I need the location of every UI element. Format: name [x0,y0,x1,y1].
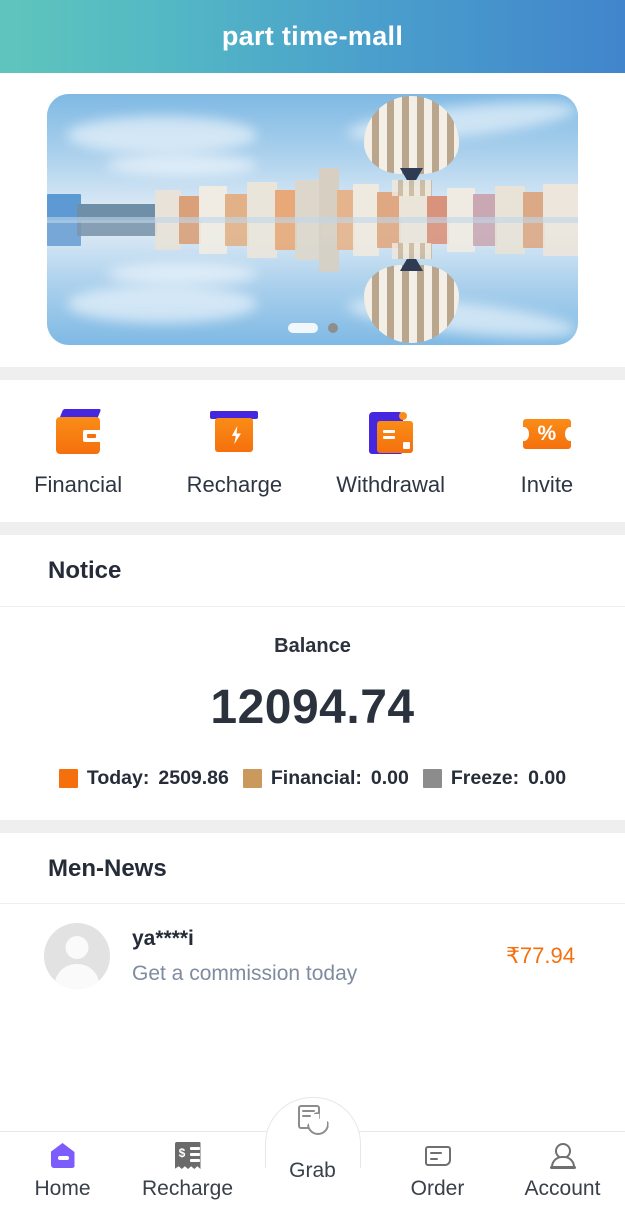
tab-label: Grab [289,1159,336,1182]
stat-label: Freeze: [450,767,520,789]
news-title: Men-News [48,855,167,882]
section-separator [0,367,625,380]
quick-action-label: Invite [520,472,574,497]
cloud-shape [67,285,257,323]
notice-section[interactable]: Notice [0,535,625,606]
carousel-dot-1[interactable] [287,323,318,333]
news-message: Get a commission today [132,961,358,985]
balance-section: Balance 12094.74 Today: 2509.86 Financia… [0,607,625,820]
section-separator [0,522,625,535]
quick-action-label: Recharge [186,472,283,497]
stat-value: 2509.86 [158,767,229,789]
cloud-shape [67,116,257,154]
tab-label: Recharge [141,1177,234,1200]
tab-grab[interactable]: Grab [250,1091,375,1207]
tap-hand-icon [296,1103,330,1137]
avatar [44,923,110,989]
stat-color-swatch [422,769,442,788]
stat-color-swatch [58,769,78,788]
withdraw-folder-icon [363,409,419,457]
tab-label: Account [524,1177,601,1200]
stat-today: Today: 2509.86 [58,767,229,790]
list-item[interactable]: ya****i Get a commission today ₹77.94 [0,904,625,1008]
tab-label: Home [34,1177,91,1200]
tab-recharge[interactable]: $ Recharge [125,1131,250,1207]
quick-action-financial[interactable]: Financial [8,409,148,498]
balance-stats-row: Today: 2509.86 Financial: 0.00 Freeze: 0… [0,767,625,790]
tab-account[interactable]: Account [500,1131,625,1207]
recharge-box-icon [206,409,262,457]
quick-actions-row: Financial Recharge Withdrawal % Invite [0,380,625,522]
percent-ticket-icon: % [518,409,575,457]
water-line [47,216,578,223]
document-icon [421,1139,455,1173]
carousel-dot-2[interactable] [327,323,338,333]
home-icon [46,1139,80,1173]
quick-action-withdrawal[interactable]: Withdrawal [321,409,461,498]
wallet-icon [50,409,106,457]
section-separator [0,820,625,833]
news-section-header: Men-News [0,833,625,903]
stat-value: 0.00 [528,767,567,789]
page-title: part time-mall [221,21,404,51]
stat-color-swatch [242,769,262,788]
city-skyline-reflection [47,219,578,282]
news-item-text: ya****i Get a commission today [132,927,506,986]
stat-label: Today: [86,767,150,789]
stat-label: Financial: [270,767,362,789]
quick-action-invite[interactable]: % Invite [477,409,617,498]
balance-amount: 12094.74 [210,681,415,734]
app-screen: part time-mall Financial Recharge Withdr… [0,0,625,1207]
tab-label: Order [410,1177,465,1200]
banner-section [0,73,625,367]
news-amount: ₹77.94 [505,943,575,968]
stat-freeze: Freeze: 0.00 [422,767,567,790]
app-header: part time-mall [0,0,625,73]
quick-action-label: Withdrawal [336,472,446,497]
notice-title: Notice [48,557,122,584]
carousel-pagination[interactable] [287,323,338,333]
quick-action-recharge[interactable]: Recharge [164,409,304,498]
tab-order[interactable]: Order [375,1131,500,1207]
user-icon [546,1139,580,1173]
balance-label: Balance [274,635,351,657]
hot-air-balloon-icon [364,94,459,345]
receipt-icon: $ [171,1139,205,1173]
bottom-tab-bar: Home $ Recharge Grab Order Account [0,1105,625,1207]
news-username: ya****i [132,926,194,950]
stat-financial: Financial: 0.00 [242,767,409,790]
quick-action-label: Financial [34,472,123,497]
city-skyline-top [47,158,578,220]
news-list: ya****i Get a commission today ₹77.94 [0,904,625,1008]
tab-home[interactable]: Home [0,1131,125,1207]
stat-value: 0.00 [370,767,409,789]
banner-carousel[interactable] [47,94,578,345]
